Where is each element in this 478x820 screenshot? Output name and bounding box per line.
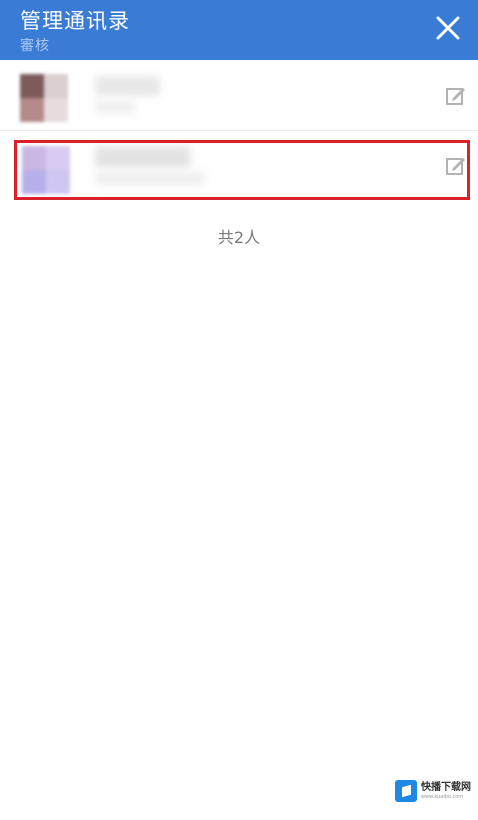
watermark-logo-icon: [395, 780, 417, 802]
close-icon: [436, 16, 460, 40]
contact-row[interactable]: [0, 60, 478, 130]
avatar: [20, 74, 68, 122]
page-subtitle[interactable]: 審核: [20, 35, 50, 55]
close-button[interactable]: [430, 10, 466, 46]
highlight-box: [14, 140, 470, 200]
contact-detail-blurred: [95, 100, 135, 114]
page-title: 管理通讯录: [20, 9, 130, 33]
watermark-sub: www.kuaibo.com: [421, 794, 464, 800]
watermark-text: 快播下载网: [421, 782, 471, 793]
divider: [0, 130, 478, 131]
contact-count: 共2人: [217, 228, 261, 247]
edit-icon[interactable]: [445, 84, 467, 106]
watermark: 快播下载网 www.kuaibo.com: [395, 780, 471, 802]
contact-name-blurred: [95, 76, 160, 96]
app-header: 管理通讯录 審核: [0, 0, 478, 60]
